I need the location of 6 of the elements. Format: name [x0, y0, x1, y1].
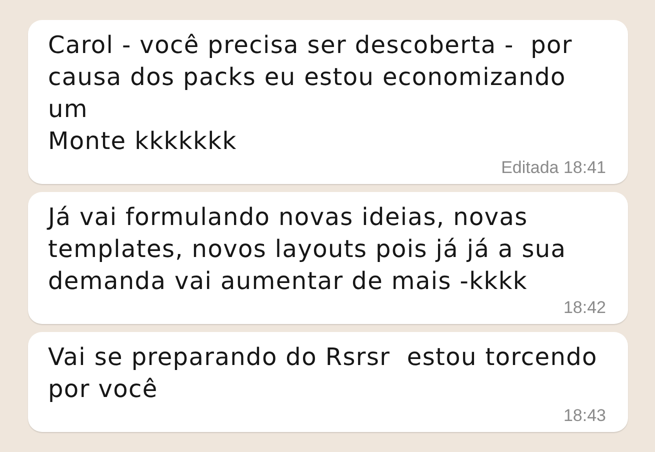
message-time: 18:43 [563, 405, 606, 427]
message-time: Editada 18:41 [501, 157, 606, 179]
message-text: Já vai formulando novas ideias, novas templates, novos layouts pois já já a sua demanda vai aumentar de mais -kkkk [48, 202, 568, 297]
message-text: Carol - você precisa ser descoberta - por causa dos packs eu estou economizando um Monte kkkkkkk [48, 30, 574, 157]
message-time: 18:42 [563, 297, 606, 319]
message-text: Vai se preparando do Rsrsr estou torcendo por você [48, 342, 598, 405]
